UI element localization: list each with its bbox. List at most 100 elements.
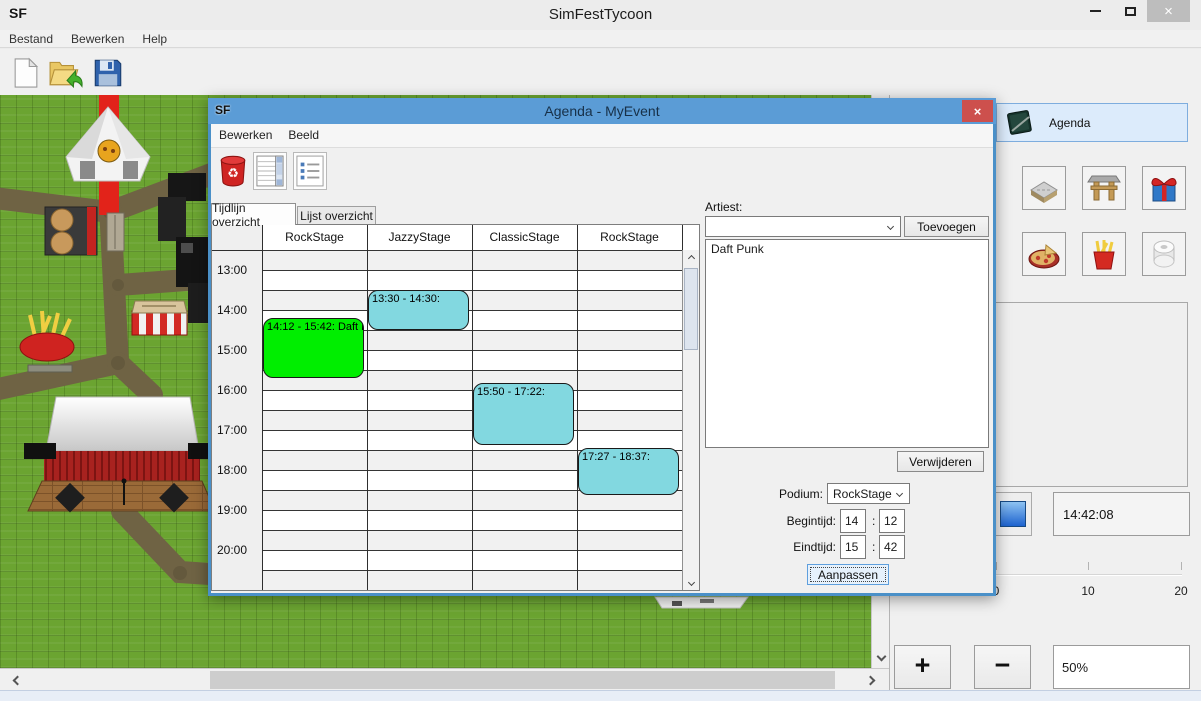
agenda-book-icon: [1005, 108, 1035, 138]
minimize-icon: [1090, 10, 1101, 12]
stage-column-header: ClassicStage: [472, 230, 577, 244]
dialog-menu-beeld[interactable]: Beeld: [280, 124, 327, 142]
dialog-body: BewerkenBeeld ♻: [211, 124, 993, 593]
artist-listbox[interactable]: Daft Punk: [705, 239, 989, 448]
menu-bestand[interactable]: Bestand: [0, 30, 62, 46]
schedule-scroll-up-button[interactable]: [683, 250, 699, 266]
stage-column-header: RockStage: [577, 230, 682, 244]
artist-dropdown[interactable]: [705, 216, 901, 237]
schedule-scrollbar[interactable]: [682, 250, 699, 590]
agenda-button-label: Agenda: [1049, 116, 1090, 130]
schedule-event[interactable]: 13:30 - 14:30:: [368, 290, 469, 330]
zoom-in-button[interactable]: +: [894, 645, 951, 689]
timeline-view-button[interactable]: [253, 152, 287, 190]
map-scroll-down-button[interactable]: [872, 644, 890, 668]
timeline-tab-page: RockStageJazzyStageClassicStageRockStage…: [211, 224, 700, 591]
schedule-event[interactable]: 17:27 - 18:37:: [578, 448, 679, 495]
slider-tick: [996, 562, 997, 570]
close-icon: ×: [1164, 3, 1173, 20]
maximize-button[interactable]: [1113, 0, 1147, 22]
trash-icon: ♻: [219, 155, 247, 187]
dialog-close-button[interactable]: ×: [962, 100, 993, 122]
delete-schedule-button[interactable]: ♻: [216, 152, 250, 190]
map-scroll-right-button[interactable]: [853, 669, 888, 691]
dialog-menu-bewerken[interactable]: Bewerken: [211, 124, 280, 142]
end-hour-input[interactable]: 15: [840, 535, 866, 559]
schedule-event[interactable]: 15:50 - 17:22:: [473, 383, 574, 444]
build-toilet-paper-button[interactable]: [1142, 232, 1186, 276]
striped-stand: [132, 301, 187, 335]
time-label: 20:00: [217, 543, 247, 557]
end-minute-input[interactable]: 42: [879, 535, 905, 559]
list-view-button[interactable]: [293, 152, 327, 190]
build-torii-gate-button[interactable]: [1082, 166, 1126, 210]
time-gutter: [212, 225, 262, 590]
begin-hour-input[interactable]: 14: [840, 509, 866, 533]
fries-stand: [20, 311, 74, 372]
map-hscroll-thumb[interactable]: [210, 671, 835, 689]
begin-hour-value: 14: [845, 514, 858, 528]
play-pause-button[interactable]: [994, 492, 1032, 536]
begin-minute-input[interactable]: 12: [879, 509, 905, 533]
agenda-button[interactable]: Agenda: [996, 103, 1188, 142]
tab-lijst-overzicht[interactable]: Lijst overzicht: [297, 206, 376, 225]
schedule-scroll-thumb[interactable]: [684, 268, 698, 350]
close-button[interactable]: ×: [1147, 0, 1190, 22]
zoom-level-value: 50%: [1062, 660, 1088, 675]
build-gift-button[interactable]: [1142, 166, 1186, 210]
info-panel: [991, 302, 1188, 487]
game-clock-value: 14:42:08: [1063, 507, 1114, 522]
build-fries-button[interactable]: [1082, 232, 1126, 276]
menu-bewerken[interactable]: Bewerken: [62, 30, 133, 46]
minimize-button[interactable]: [1078, 0, 1112, 22]
dialog-menubar: BewerkenBeeld: [211, 124, 993, 148]
map-scroll-left-button[interactable]: [0, 669, 35, 691]
dialog-close-icon: ×: [974, 104, 982, 119]
podium-dropdown[interactable]: RockStage: [827, 483, 910, 504]
main-window-title: SimFestTycoon: [0, 6, 1201, 23]
time-label: 18:00: [217, 463, 247, 477]
agenda-dialog: SF Agenda - MyEvent × BewerkenBeeld ♻: [208, 98, 996, 596]
end-time-label: Eindtijd:: [751, 540, 836, 554]
status-bar: [0, 690, 1201, 701]
schedule-event[interactable]: 14:12 - 15:42: Daft Punk: [263, 318, 364, 378]
schedule-grid[interactable]: RockStageJazzyStageClassicStageRockStage…: [212, 225, 699, 590]
dialog-title: Agenda - MyEvent: [208, 103, 996, 119]
dialog-titlebar[interactable]: SF Agenda - MyEvent ×: [208, 98, 996, 124]
main-titlebar[interactable]: SF SimFestTycoon ×: [0, 0, 1201, 30]
open-file-button[interactable]: [48, 54, 84, 92]
chevron-down-icon: [896, 490, 903, 497]
save-floppy-icon: [93, 58, 123, 88]
entrance-tent: [66, 107, 150, 181]
toilet-paper-icon: [1147, 237, 1181, 271]
end-minute-value: 42: [884, 540, 897, 554]
time-label: 13:00: [217, 263, 247, 277]
schedule-scroll-down-button[interactable]: [683, 574, 699, 590]
end-hour-value: 15: [845, 540, 858, 554]
new-file-icon: [13, 57, 39, 89]
slider-tick: [1088, 562, 1089, 570]
remove-artist-label: Verwijderen: [909, 455, 972, 469]
menu-help[interactable]: Help: [133, 30, 176, 46]
save-file-button[interactable]: [90, 54, 126, 92]
zoom-level-field[interactable]: 50%: [1053, 645, 1190, 689]
fries-icon: [1087, 237, 1121, 271]
game-clock: 14:42:08: [1053, 492, 1190, 536]
tab-label: Lijst overzicht: [300, 209, 373, 223]
time-label: 17:00: [217, 423, 247, 437]
apply-button[interactable]: Aanpassen: [807, 564, 889, 585]
new-file-button[interactable]: [8, 54, 44, 92]
build-road-tile-button[interactable]: [1022, 166, 1066, 210]
add-artist-button[interactable]: Toevoegen: [904, 216, 989, 237]
remove-artist-button[interactable]: Verwijderen: [897, 451, 984, 472]
stage-column-header: RockStage: [262, 230, 367, 244]
play-icon: [1000, 501, 1026, 527]
build-pizza-button[interactable]: [1022, 232, 1066, 276]
tab-tijdlijn-overzicht[interactable]: Tijdlijn overzicht: [211, 203, 296, 225]
tab-label: Tijdlijn overzicht: [212, 201, 295, 229]
dialog-toolbar: ♻: [211, 148, 993, 202]
zoom-out-button[interactable]: −: [974, 645, 1031, 689]
map-horizontal-scrollbar[interactable]: [0, 668, 889, 690]
main-toolbar: [0, 49, 1201, 95]
artist-list-item[interactable]: Daft Punk: [706, 240, 988, 256]
